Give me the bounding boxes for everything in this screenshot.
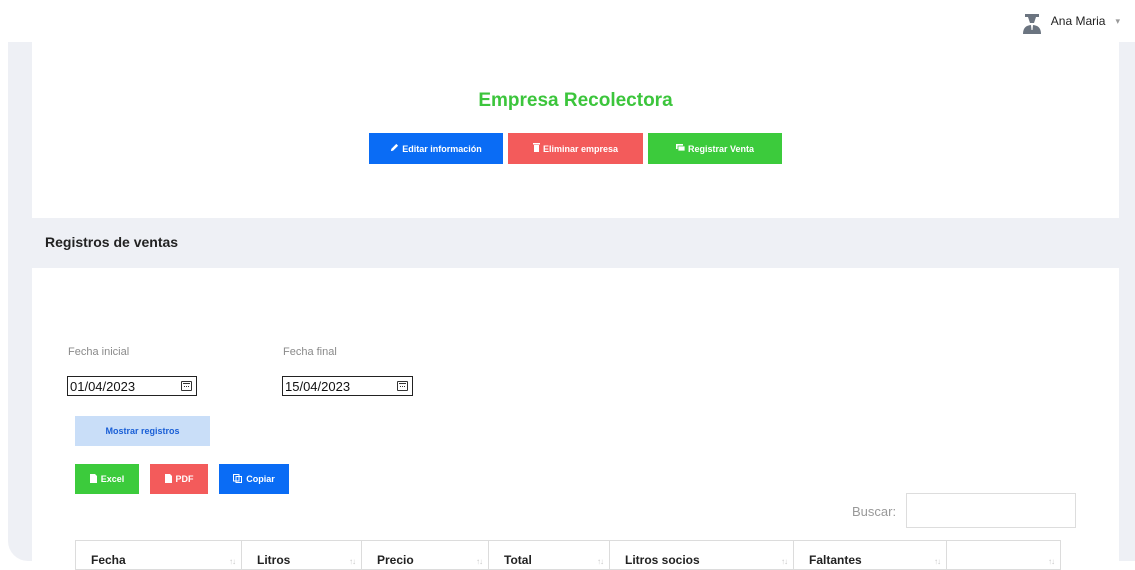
column-label: Precio bbox=[377, 553, 414, 567]
chevron-down-icon[interactable]: ▾ bbox=[1115, 16, 1120, 27]
end-date-input[interactable]: 15/04/2023 bbox=[282, 376, 413, 396]
calendar-icon[interactable] bbox=[181, 381, 192, 391]
column-faltantes[interactable]: Faltantes ↑↓ bbox=[794, 541, 947, 569]
section-title: Registros de ventas bbox=[45, 234, 179, 250]
column-label: Faltantes bbox=[809, 553, 862, 567]
excel-label: Excel bbox=[100, 474, 125, 484]
file-icon bbox=[164, 473, 172, 485]
column-label: Litros bbox=[257, 553, 291, 567]
column-litros-socios[interactable]: Litros socios ↑↓ bbox=[610, 541, 794, 569]
excel-button[interactable]: Excel bbox=[75, 464, 139, 494]
sort-icon[interactable]: ↑↓ bbox=[349, 557, 356, 566]
delete-company-label: Eliminar empresa bbox=[542, 143, 619, 154]
user-name[interactable]: Ana Maria bbox=[1051, 14, 1106, 28]
copy-button[interactable]: Copiar bbox=[219, 464, 289, 494]
start-date-label: Fecha inicial bbox=[68, 346, 130, 358]
top-bar: Ana Maria ▾ bbox=[0, 0, 1135, 42]
edit-info-button[interactable]: Editar información bbox=[369, 133, 503, 164]
register-sale-button[interactable]: Registrar Venta bbox=[648, 133, 782, 164]
pdf-label: PDF bbox=[175, 474, 194, 484]
column-litros[interactable]: Litros ↑↓ bbox=[242, 541, 362, 569]
edit-info-label: Editar información bbox=[402, 143, 482, 154]
cash-icon bbox=[675, 143, 686, 154]
delete-company-button[interactable]: Eliminar empresa bbox=[508, 133, 643, 164]
sort-icon[interactable]: ↑↓ bbox=[934, 557, 941, 566]
company-card: Empresa Recolectora Editar información E… bbox=[32, 42, 1119, 218]
user-avatar-icon bbox=[1021, 8, 1043, 34]
file-icon bbox=[89, 473, 97, 485]
company-actions: Editar información Eliminar empresa Regi… bbox=[369, 133, 782, 164]
sort-icon[interactable]: ↑↓ bbox=[229, 557, 236, 566]
user-menu[interactable]: Ana Maria ▾ bbox=[1021, 8, 1120, 34]
search-input[interactable] bbox=[906, 493, 1076, 528]
column-label: Fecha bbox=[91, 553, 126, 567]
sort-icon[interactable]: ↑↓ bbox=[597, 557, 604, 566]
calendar-icon[interactable] bbox=[397, 381, 408, 391]
search-label: Buscar: bbox=[852, 504, 897, 519]
end-date-value: 15/04/2023 bbox=[285, 378, 351, 394]
start-date-value: 01/04/2023 bbox=[70, 378, 136, 394]
pdf-button[interactable]: PDF bbox=[150, 464, 208, 494]
column-actions[interactable]: ↑↓ bbox=[947, 541, 1060, 569]
show-records-button[interactable]: Mostrar registros bbox=[75, 416, 210, 446]
copy-icon bbox=[233, 473, 243, 485]
sort-icon[interactable]: ↑↓ bbox=[476, 557, 483, 566]
sort-icon[interactable]: ↑↓ bbox=[1048, 557, 1055, 566]
column-label: Litros socios bbox=[625, 553, 700, 567]
company-title: Empresa Recolectora bbox=[478, 90, 673, 111]
pencil-icon bbox=[390, 143, 399, 154]
sales-card: Fecha inicial 01/04/2023 Fecha final 15/… bbox=[32, 268, 1119, 570]
column-total[interactable]: Total ↑↓ bbox=[489, 541, 610, 569]
column-precio[interactable]: Precio ↑↓ bbox=[362, 541, 489, 569]
records-table-header: Fecha ↑↓ Litros ↑↓ Precio ↑↓ Total ↑↓ Li… bbox=[75, 540, 1061, 570]
end-date-label: Fecha final bbox=[283, 346, 337, 358]
column-label: Total bbox=[504, 553, 532, 567]
copy-label: Copiar bbox=[246, 474, 275, 484]
trash-icon bbox=[532, 143, 540, 154]
column-fecha[interactable]: Fecha ↑↓ bbox=[76, 541, 242, 569]
register-sale-label: Registrar Venta bbox=[687, 143, 755, 154]
start-date-input[interactable]: 01/04/2023 bbox=[67, 376, 197, 396]
sort-icon[interactable]: ↑↓ bbox=[781, 557, 788, 566]
